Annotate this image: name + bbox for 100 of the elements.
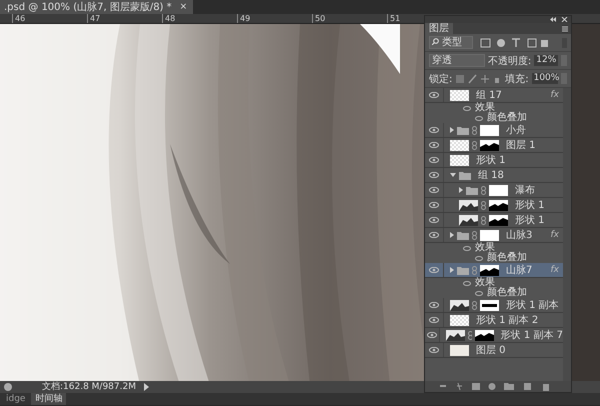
layer-row[interactable]: 山脉7 fx [425, 263, 563, 278]
filter-dropdown[interactable]: 类型 [429, 36, 473, 49]
layer-thumbnail [450, 154, 469, 166]
eye-icon[interactable] [429, 217, 439, 223]
fx-label[interactable]: fx [550, 90, 559, 100]
eye-icon[interactable] [429, 347, 439, 353]
link-icon [481, 216, 486, 224]
layer-thumbnail [450, 90, 469, 100]
layer-name: 山脉7 [506, 264, 532, 277]
layer-name: 形状 1 [515, 198, 545, 212]
layer-name: 小舟 [506, 124, 526, 137]
layer-name: 形状 1 [476, 154, 506, 167]
opacity-field[interactable]: 12% [534, 55, 558, 66]
mask-thumbnail[interactable] [489, 200, 508, 210]
layer-row[interactable]: 图层 0 [425, 343, 563, 358]
panel-tab[interactable]: idge [2, 393, 30, 405]
ruler-number: 46 [12, 14, 87, 23]
fill-label: 填充: [505, 72, 529, 86]
eye-icon[interactable] [426, 332, 437, 338]
panel-tab[interactable]: 时间轴 [31, 393, 66, 405]
document-title: .psd @ 100% (山脉7, 图层蒙版/8) * [4, 0, 172, 14]
layer-name: 图层 1 [506, 139, 536, 152]
link-icon [481, 200, 486, 210]
layer-row[interactable]: 山脉3 fx [425, 228, 563, 243]
layer-name: 形状 1 [515, 214, 545, 227]
lock-label: 锁定: [429, 72, 452, 86]
mask-thumbnail[interactable] [480, 230, 499, 240]
layer-thumbnail [459, 214, 478, 226]
effect-name: 颜色叠加 [487, 253, 527, 263]
layer-name: 组 18 [478, 169, 504, 182]
effect-name: 颜色叠加 [487, 113, 527, 123]
eye-icon[interactable] [429, 302, 439, 308]
eye-icon[interactable] [429, 202, 439, 208]
link-icon [472, 300, 477, 310]
layer-row[interactable]: 小舟 [425, 123, 563, 138]
mask-thumbnail[interactable] [474, 330, 494, 340]
document-info: 文档:162.8 M/987.2M [42, 381, 136, 393]
folder-icon [457, 126, 469, 134]
layer-name: 图层 0 [476, 344, 506, 357]
close-icon[interactable]: × [180, 2, 188, 12]
filter-icons-drawing [480, 38, 550, 48]
layer-thumbnail [450, 344, 469, 356]
menu-icon[interactable] [562, 26, 568, 32]
folder-icon [466, 186, 478, 194]
eye-icon[interactable] [429, 157, 439, 163]
opacity-label: 不透明度: [488, 54, 532, 68]
folder-icon [459, 170, 471, 180]
link-icon [472, 140, 477, 150]
mask-thumbnail[interactable] [480, 124, 499, 136]
mask-thumbnail[interactable] [489, 214, 508, 226]
eye-icon[interactable] [429, 187, 439, 193]
fill-field[interactable]: 100% [532, 73, 558, 84]
link-icon [472, 266, 477, 274]
layer-row[interactable]: 形状 1 [425, 213, 563, 228]
ruler-number: 48 [162, 14, 237, 23]
status-icon[interactable] [4, 383, 12, 391]
eye-icon[interactable] [429, 317, 439, 323]
layer-row[interactable]: 形状 1 副本 2 [425, 313, 563, 328]
layer-row[interactable]: 组 17 fx [425, 88, 563, 103]
layer-thumbnail [459, 200, 478, 210]
mask-thumbnail[interactable] [480, 264, 499, 276]
fx-label[interactable]: fx [550, 230, 559, 240]
eye-icon[interactable] [429, 92, 439, 98]
eye-icon[interactable] [429, 267, 439, 273]
layer-row[interactable]: 形状 1 [425, 198, 563, 213]
eye-icon[interactable] [429, 127, 439, 133]
ruler-number: 49 [237, 14, 312, 23]
effect-name: 颜色叠加 [487, 288, 527, 298]
layer-row[interactable]: 图层 1 [425, 138, 563, 153]
eye-icon[interactable] [429, 232, 439, 238]
mask-thumbnail[interactable] [480, 300, 499, 310]
blend-mode-dropdown[interactable]: 穿透 [429, 54, 485, 67]
layer-name: 山脉3 [506, 228, 532, 242]
eye-icon[interactable] [429, 172, 439, 178]
layer-row[interactable]: 瀑布 [425, 183, 563, 198]
layer-row[interactable]: 形状 1 副本 [425, 298, 563, 313]
folder-icon [457, 230, 469, 240]
folder-icon [457, 266, 469, 274]
effects-label: 效果 [475, 243, 495, 253]
layer-thumbnail [450, 314, 469, 326]
panel-tab[interactable]: 图层 [425, 23, 453, 34]
document-tab[interactable]: .psd @ 100% (山脉7, 图层蒙版/8) * × [0, 0, 194, 14]
link-icon [472, 126, 477, 134]
layer-name: 形状 1 副本 7 [500, 328, 563, 342]
layer-row[interactable]: 形状 1 副本 7 [425, 328, 563, 343]
collapse-close-icons-drawing[interactable] [550, 17, 568, 22]
link-icon [468, 330, 472, 340]
layer-name: 瀑布 [515, 184, 535, 197]
effects-label: 效果 [475, 278, 495, 288]
fx-label[interactable]: fx [550, 265, 559, 275]
mask-thumbnail[interactable] [480, 140, 499, 150]
layer-thumbnail [446, 330, 465, 340]
search-icon [432, 38, 439, 45]
layer-row[interactable]: 组 18 [425, 168, 563, 183]
eye-icon[interactable] [429, 142, 439, 148]
layer-name: 组 17 [476, 89, 502, 102]
layer-row[interactable]: 形状 1 [425, 153, 563, 168]
ruler-number: 50 [312, 14, 387, 23]
mask-thumbnail[interactable] [489, 184, 508, 196]
lock-icons-drawing [455, 74, 500, 84]
